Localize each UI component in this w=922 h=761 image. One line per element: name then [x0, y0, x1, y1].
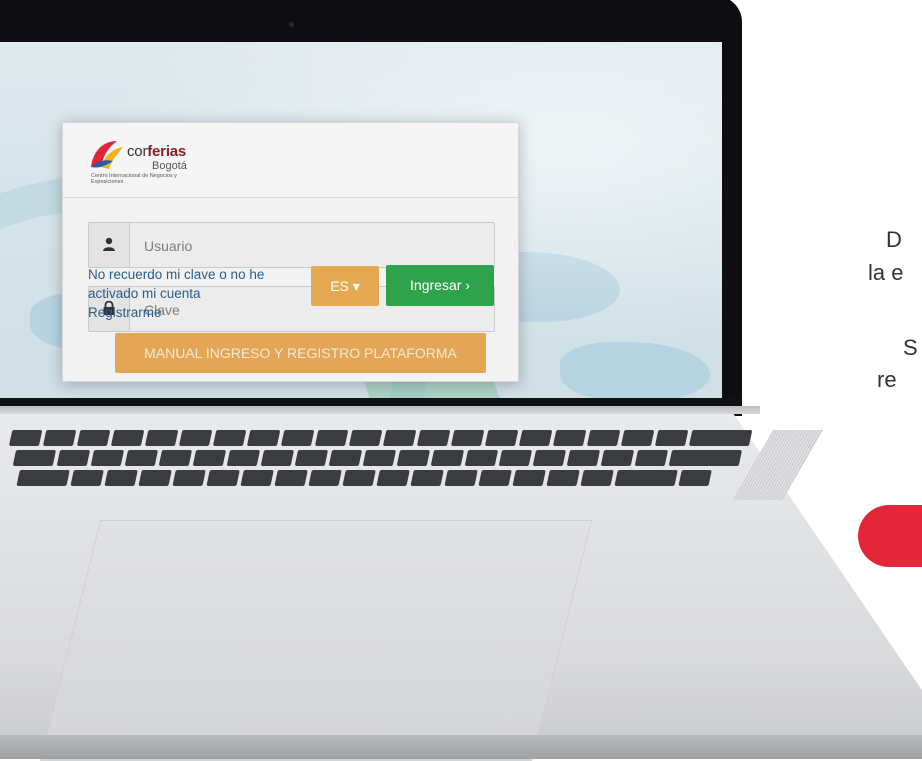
forgot-password-link[interactable]: No recuerdo mi clave o no he activado mi…	[88, 265, 283, 303]
username-group	[88, 222, 506, 269]
keyboard-row	[16, 470, 712, 486]
login-card-header: corferias Bogotá Centro Internacional de…	[63, 123, 518, 198]
logo-wordmark: corferias	[127, 143, 187, 160]
side-text-line: re	[877, 367, 897, 392]
account-links: No recuerdo mi clave o no he activado mi…	[88, 265, 283, 322]
laptop-base-front-edge	[0, 735, 922, 759]
corferias-logo: corferias Bogotá Centro Internacional de…	[87, 135, 267, 195]
register-link[interactable]: Registrarme	[88, 303, 283, 322]
login-button[interactable]: Ingresar ›	[386, 265, 494, 306]
login-card: corferias Bogotá Centro Internacional de…	[62, 122, 519, 382]
side-text-line: D	[886, 227, 902, 252]
laptop-hinge	[0, 406, 760, 414]
username-addon	[89, 223, 130, 267]
language-button[interactable]: ES ▾	[311, 266, 379, 306]
cta-button[interactable]	[858, 505, 922, 567]
side-text-line: S	[903, 335, 918, 360]
keyboard-row	[12, 450, 743, 466]
side-text-line: la e	[868, 260, 904, 285]
username-input[interactable]	[130, 223, 506, 269]
keyboard	[0, 430, 812, 488]
user-icon	[103, 237, 115, 251]
camera-dot	[289, 22, 294, 27]
trackpad	[40, 520, 593, 761]
corferias-logo-icon	[91, 141, 123, 169]
manual-button[interactable]: MANUAL INGRESO Y REGISTRO PLATAFORMA	[115, 333, 486, 373]
keyboard-row	[8, 430, 753, 446]
logo-tagline: Centro Internacional de Negocios y Expos…	[91, 173, 177, 185]
logo-city: Bogotá	[152, 160, 187, 172]
